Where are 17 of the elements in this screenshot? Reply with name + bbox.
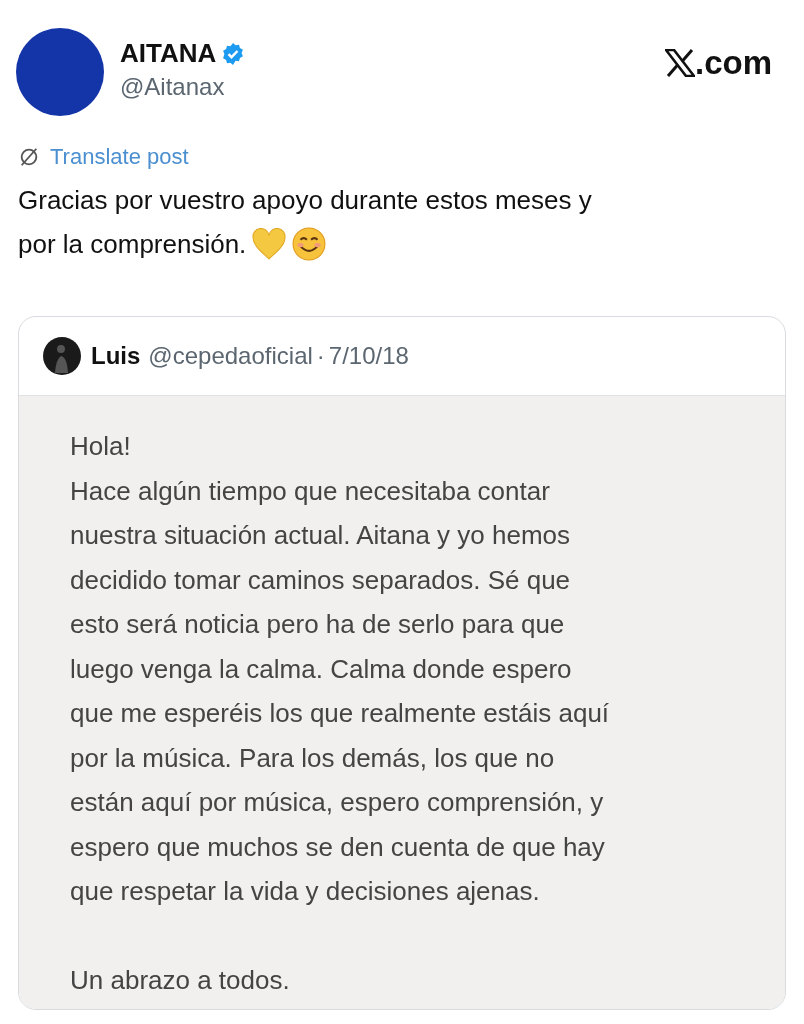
avatar[interactable]	[43, 337, 81, 375]
x-logo-icon	[664, 49, 695, 77]
note-text: Un abrazo a todos.	[70, 963, 291, 997]
heart-icon	[252, 228, 287, 260]
author-handle[interactable]: @Aitanax	[120, 73, 246, 101]
post-text: Gracias por vuestro apoyo durante estos meses y	[18, 184, 592, 216]
translate-link[interactable]: Translate post	[50, 144, 189, 170]
smiling-face-icon	[292, 227, 327, 261]
note-text: Hola! Hace algún tiempo que necesitaba contar nuestra situación actual. Aitana y yo hemos decidido tomar caminos separados. Sé que esto será noticia pero ha de serlo para que luego venga la calma. Calma donde espero que me esperéis los que realmente estáis aquí por la música. Para los demás, los que no están aquí por música, espero comprensión, y espero que muchos se den cuenta de que hay que respetar la vida y decisiones ajenas.	[70, 430, 611, 908]
site-name: .com	[694, 46, 772, 79]
quoted-author-name[interactable]: Luis	[91, 342, 141, 370]
separator: ·	[316, 342, 325, 370]
author-name[interactable]: AITANA	[120, 38, 217, 69]
translate-icon	[18, 146, 40, 168]
quoted-author-handle[interactable]: @cepedaoficial	[148, 342, 313, 370]
post-date: 7/10/18	[328, 342, 409, 370]
post-text: por la comprensión.	[18, 228, 247, 260]
